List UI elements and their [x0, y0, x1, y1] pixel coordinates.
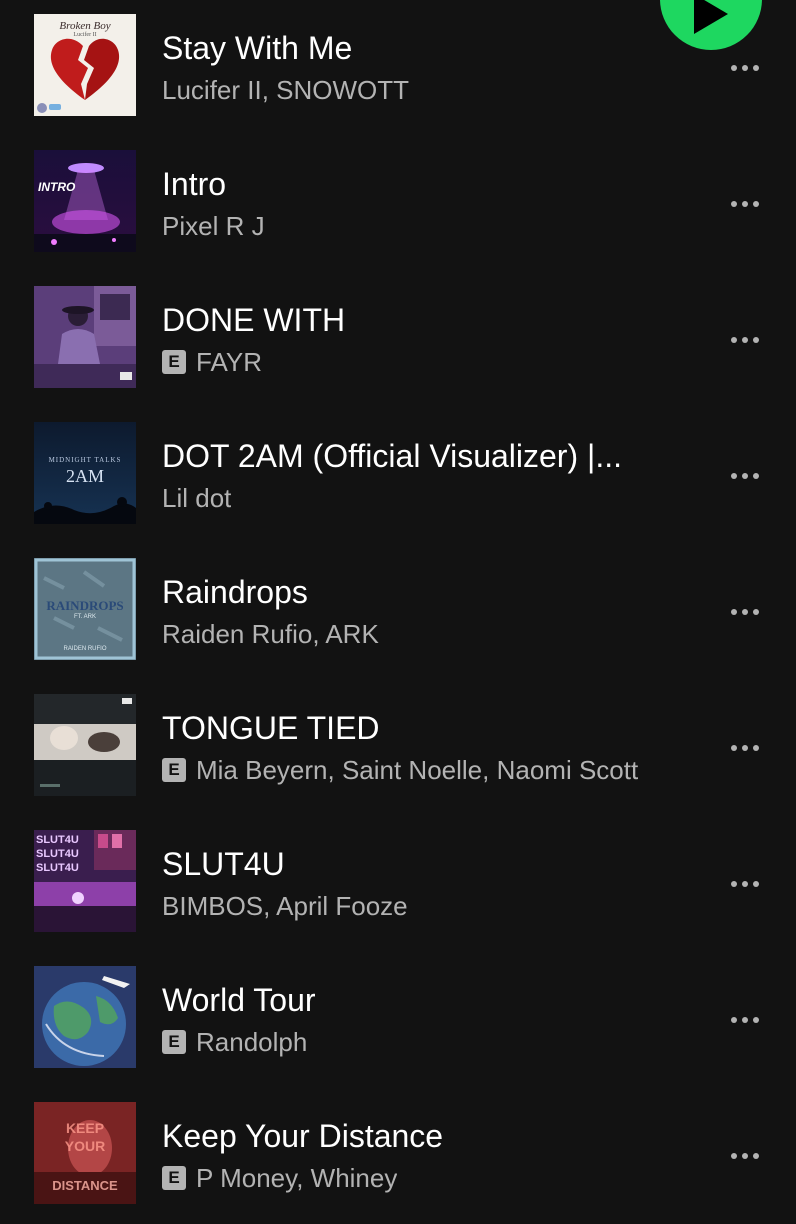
rain-texture-icon [34, 558, 136, 660]
track-artists: Mia Beyern, Saint Noelle, Naomi Scott [196, 754, 639, 785]
explicit-badge: E [162, 1030, 186, 1054]
track-meta: Lucifer II, SNOWOTT [162, 74, 722, 106]
track-meta: BIMBOS, April Fooze [162, 890, 722, 922]
album-cover [34, 966, 136, 1068]
explicit-badge: E [162, 1166, 186, 1190]
album-cover: Broken Boy Lucifer II [34, 14, 136, 116]
track-row[interactable]: MIDNIGHT TALKS 2AM DOT 2AM (Official Vis… [0, 408, 796, 544]
broken-heart-icon [34, 14, 136, 116]
track-row[interactable]: SLUT4U SLUT4U SLUT4U SLUT4U BIMBOS, Apri… [0, 816, 796, 952]
track-row[interactable]: INTRO Intro Pixel R J [0, 136, 796, 272]
track-title: TONGUE TIED [162, 710, 380, 746]
album-cover [34, 694, 136, 796]
more-options-dot [753, 337, 759, 343]
more-options-button[interactable] [718, 320, 772, 360]
more-options-button[interactable] [718, 48, 772, 88]
globe-icon [34, 966, 136, 1068]
more-options-button[interactable] [718, 592, 772, 632]
more-options-dot [753, 881, 759, 887]
more-options-dot [753, 201, 759, 207]
more-options-icon [731, 65, 737, 71]
more-options-dot [742, 65, 748, 71]
more-options-icon [731, 609, 737, 615]
more-options-icon [731, 881, 737, 887]
more-options-icon [731, 473, 737, 479]
track-title: Stay With Me [162, 30, 353, 66]
track-meta: E FAYR [162, 346, 722, 378]
track-title: Raindrops [162, 574, 308, 610]
track-meta: E Randolph [162, 1026, 722, 1058]
explicit-badge: E [162, 758, 186, 782]
more-options-dot [742, 609, 748, 615]
more-options-dot [742, 881, 748, 887]
track-title: Intro [162, 166, 227, 202]
track-artists: Lil dot [162, 482, 232, 513]
album-cover: SLUT4U SLUT4U SLUT4U [34, 830, 136, 932]
track-artists: P Money, Whiney [196, 1162, 398, 1193]
album-cover: KEEP YOUR DISTANCE [34, 1102, 136, 1204]
night-hills-icon [34, 422, 136, 524]
explicit-badge: E [162, 350, 186, 374]
more-options-icon [731, 1017, 737, 1023]
track-row[interactable]: RAINDROPS FT. ARK RAIDEN RUFIO Raindrops… [0, 544, 796, 680]
more-options-dot [742, 1017, 748, 1023]
track-meta: Lil dot [162, 482, 722, 514]
track-row[interactable]: World Tour E Randolph [0, 952, 796, 1088]
more-options-dot [753, 1017, 759, 1023]
album-cover [34, 286, 136, 388]
track-artists: Randolph [196, 1026, 308, 1057]
more-options-button[interactable] [718, 864, 772, 904]
more-options-icon [731, 337, 737, 343]
track-artists: FAYR [196, 346, 262, 377]
track-title: SLUT4U [162, 846, 285, 882]
play-icon [694, 0, 728, 34]
more-options-button[interactable] [718, 456, 772, 496]
track-title: World Tour [162, 982, 316, 1018]
track-row[interactable]: TONGUE TIED E Mia Beyern, Saint Noelle, … [0, 680, 796, 816]
track-artists: Lucifer II, SNOWOTT [162, 74, 410, 105]
more-options-icon [731, 1153, 737, 1159]
more-options-dot [753, 473, 759, 479]
track-meta: Raiden Rufio, ARK [162, 618, 722, 650]
more-options-dot [742, 745, 748, 751]
more-options-dot [742, 337, 748, 343]
more-options-button[interactable] [718, 728, 772, 768]
more-options-dot [742, 1153, 748, 1159]
person-silhouette-icon [34, 286, 136, 388]
track-artists: Pixel R J [162, 210, 265, 241]
track-artists: BIMBOS, April Fooze [162, 890, 408, 921]
track-meta: Pixel R J [162, 210, 722, 242]
more-options-icon [731, 201, 737, 207]
track-meta: E P Money, Whiney [162, 1162, 722, 1194]
track-row[interactable]: KEEP YOUR DISTANCE Keep Your Distance E … [0, 1088, 796, 1224]
album-cover: INTRO [34, 150, 136, 252]
track-title: Keep Your Distance [162, 1118, 444, 1154]
more-options-icon [731, 745, 737, 751]
track-title: DOT 2AM (Official Visualizer) |... [162, 438, 622, 474]
more-options-button[interactable] [718, 184, 772, 224]
album-cover: MIDNIGHT TALKS 2AM [34, 422, 136, 524]
ufo-icon [34, 150, 136, 252]
more-options-button[interactable] [718, 1000, 772, 1040]
more-options-dot [742, 473, 748, 479]
more-options-button[interactable] [718, 1136, 772, 1176]
more-options-dot [753, 1153, 759, 1159]
track-meta: E Mia Beyern, Saint Noelle, Naomi Scott [162, 754, 722, 786]
track-artists: Raiden Rufio, ARK [162, 618, 379, 649]
portrait-photo-icon [34, 694, 136, 796]
red-portrait-icon [34, 1102, 136, 1204]
more-options-dot [753, 609, 759, 615]
more-options-dot [753, 65, 759, 71]
neon-room-icon [34, 830, 136, 932]
more-options-dot [753, 745, 759, 751]
track-title: DONE WITH [162, 302, 346, 338]
more-options-dot [742, 201, 748, 207]
track-row[interactable]: DONE WITH E FAYR [0, 272, 796, 408]
album-cover: RAINDROPS FT. ARK RAIDEN RUFIO [34, 558, 136, 660]
track-list: Broken Boy Lucifer II Stay With Me Lucif… [0, 0, 796, 1204]
